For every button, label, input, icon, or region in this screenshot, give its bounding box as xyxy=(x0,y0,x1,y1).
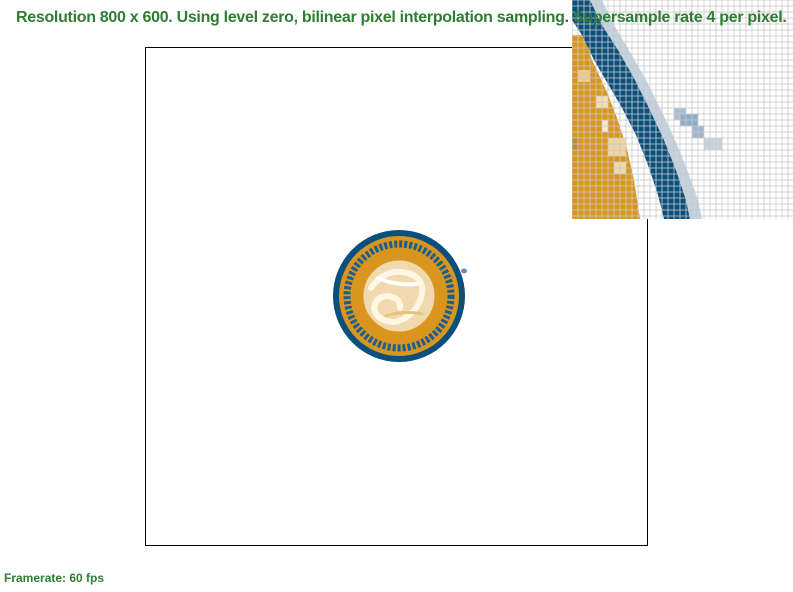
berkeley-seal-logo xyxy=(333,230,467,362)
renderer-window: Resolution 800 x 600. Using level zero, … xyxy=(0,0,793,592)
pixel-zoom-inspector xyxy=(572,0,793,219)
render-status-text: Resolution 800 x 600. Using level zero, … xyxy=(16,9,787,26)
zoom-pixel-grid xyxy=(572,0,793,219)
framerate-text: Framerate: 60 fps xyxy=(4,571,105,585)
